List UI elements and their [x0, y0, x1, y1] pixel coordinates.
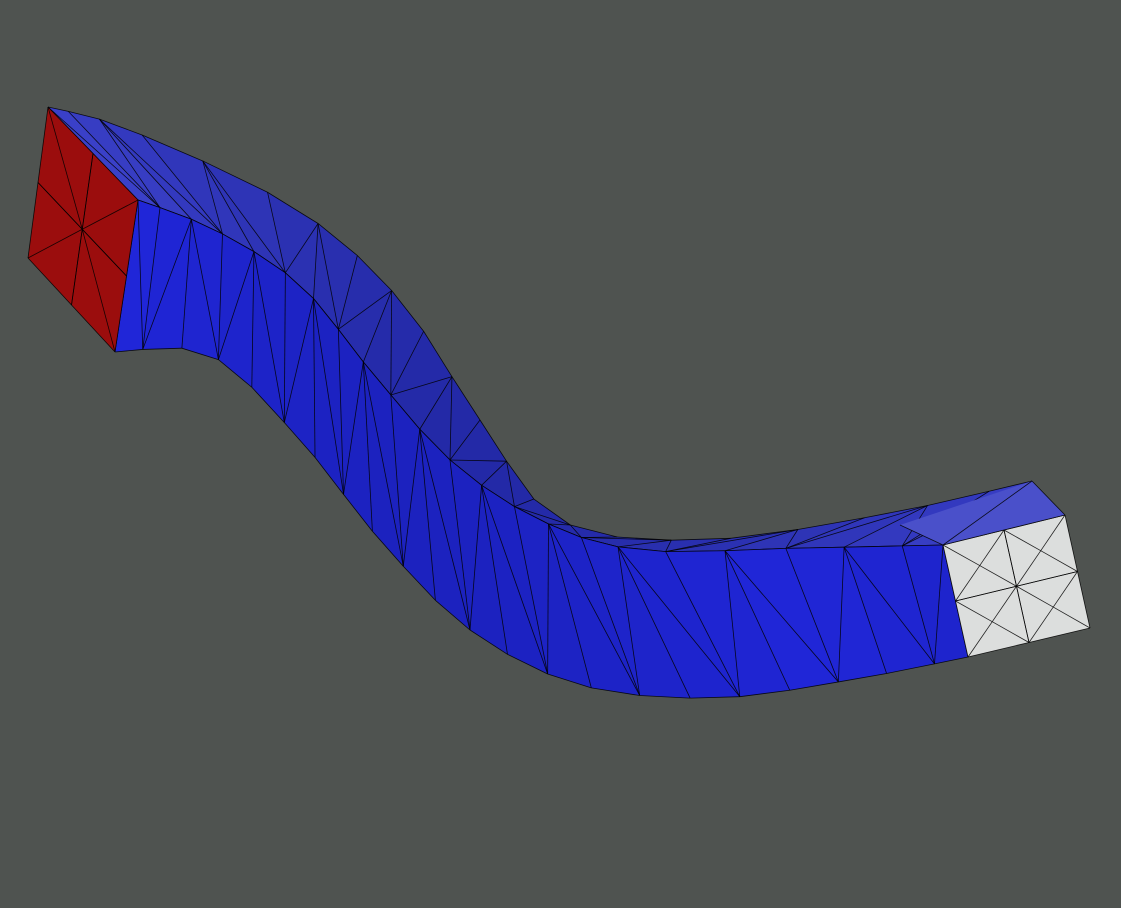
beam-side-surface [284, 272, 316, 458]
beam-side-surface [251, 251, 286, 423]
deformed-beam-mesh [27, 106, 1091, 699]
3d-viewport[interactable] [0, 0, 1121, 908]
